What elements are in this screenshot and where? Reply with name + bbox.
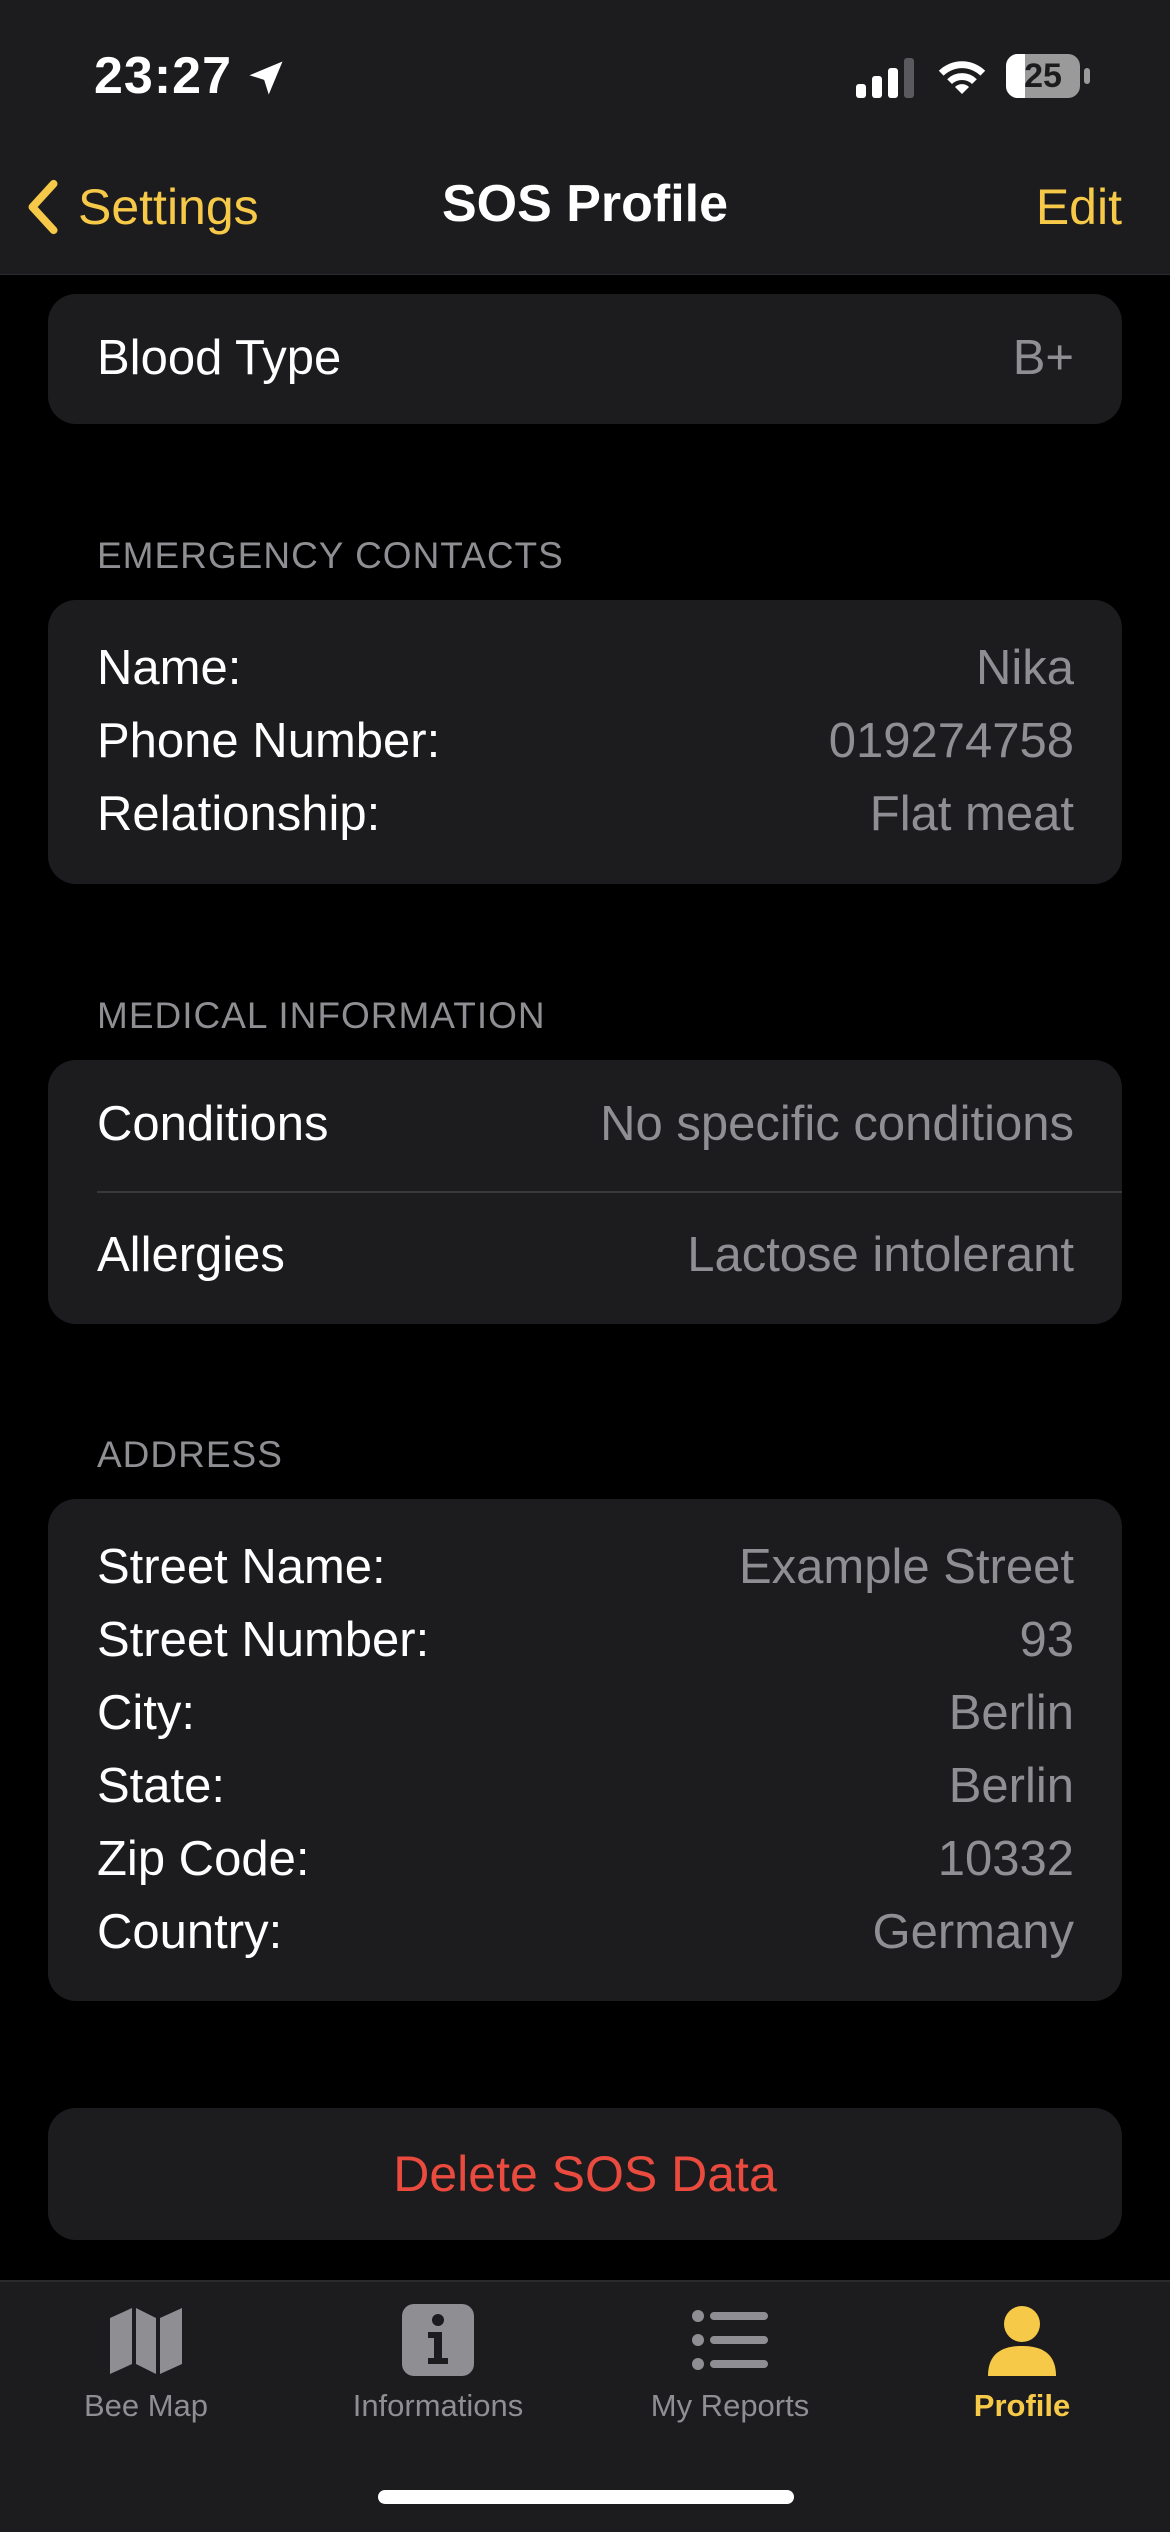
top-bar: 23:27 25 Settings SOS Profile Edit: [0, 0, 1170, 275]
status-time: 23:27: [94, 47, 232, 105]
conditions-row[interactable]: Conditions No specific conditions: [48, 1060, 1122, 1191]
tab-label-informations: Informations: [352, 2388, 524, 2423]
allergies-label: Allergies: [97, 1228, 285, 1282]
tab-informations[interactable]: Informations: [292, 2282, 584, 2452]
page-title: SOS Profile: [441, 175, 729, 233]
zip-code-label: Zip Code:: [97, 1832, 310, 1886]
state-value: Berlin: [948, 1759, 1074, 1813]
medical-information-card: Conditions No specific conditions Allerg…: [48, 1060, 1122, 1324]
battery-percentage: 25: [1024, 57, 1062, 95]
info-icon: [402, 2304, 474, 2376]
emergency-contacts-card[interactable]: Name: Nika Phone Number: 019274758 Relat…: [48, 600, 1122, 884]
contact-relationship-value: Flat meat: [869, 787, 1074, 841]
city-label: City:: [97, 1686, 195, 1740]
tab-label-my-reports: My Reports: [650, 2388, 810, 2423]
city-value: Berlin: [948, 1686, 1074, 1740]
cellular-signal-icon: [856, 58, 914, 98]
street-number-label: Street Number:: [97, 1613, 430, 1667]
street-name-label: Street Name:: [97, 1540, 386, 1594]
tab-label-profile: Profile: [973, 2388, 1071, 2423]
contact-name-label: Name:: [97, 641, 242, 695]
street-number-value: 93: [1019, 1613, 1074, 1667]
address-card[interactable]: Street Name: Example Street Street Numbe…: [48, 1499, 1122, 2001]
battery-icon: 25: [1006, 54, 1092, 100]
address-header: ADDRESS: [97, 1434, 283, 1475]
edit-button[interactable]: Edit: [1036, 178, 1122, 236]
contact-name-value: Nika: [975, 641, 1074, 695]
map-icon: [110, 2308, 182, 2374]
tab-my-reports[interactable]: My Reports: [584, 2282, 876, 2452]
delete-sos-data-button[interactable]: Delete SOS Data: [48, 2108, 1122, 2240]
conditions-value: No specific conditions: [600, 1097, 1074, 1151]
list-icon: [692, 2310, 768, 2370]
blood-type-label: Blood Type: [97, 331, 342, 385]
tab-label-bee-map: Bee Map: [83, 2388, 209, 2423]
zip-code-value: 10332: [937, 1832, 1074, 1886]
emergency-contacts-header: EMERGENCY CONTACTS: [97, 535, 564, 576]
blood-type-value: B+: [1012, 331, 1074, 385]
tab-bee-map[interactable]: Bee Map: [0, 2282, 292, 2452]
allergies-row[interactable]: Allergies Lactose intolerant: [48, 1193, 1122, 1324]
blood-type-row[interactable]: Blood Type B+: [48, 294, 1122, 424]
person-icon: [988, 2306, 1056, 2376]
allergies-value: Lactose intolerant: [687, 1228, 1074, 1282]
country-label: Country:: [97, 1905, 283, 1959]
contact-phone-label: Phone Number:: [97, 714, 441, 768]
conditions-label: Conditions: [97, 1097, 329, 1151]
tab-profile[interactable]: Profile: [876, 2282, 1168, 2452]
wifi-icon: [938, 61, 986, 94]
sos-profile-screen: 23:27 25 Settings SOS Profile Edit Blood…: [0, 0, 1170, 2532]
contact-phone-value: 019274758: [828, 714, 1074, 768]
country-value: Germany: [872, 1905, 1074, 1959]
medical-information-header: MEDICAL INFORMATION: [97, 995, 546, 1036]
contact-relationship-label: Relationship:: [97, 787, 381, 841]
street-name-value: Example Street: [739, 1540, 1074, 1594]
home-indicator[interactable]: [378, 2490, 794, 2504]
state-label: State:: [97, 1759, 226, 1813]
location-arrow-icon: [249, 61, 283, 95]
